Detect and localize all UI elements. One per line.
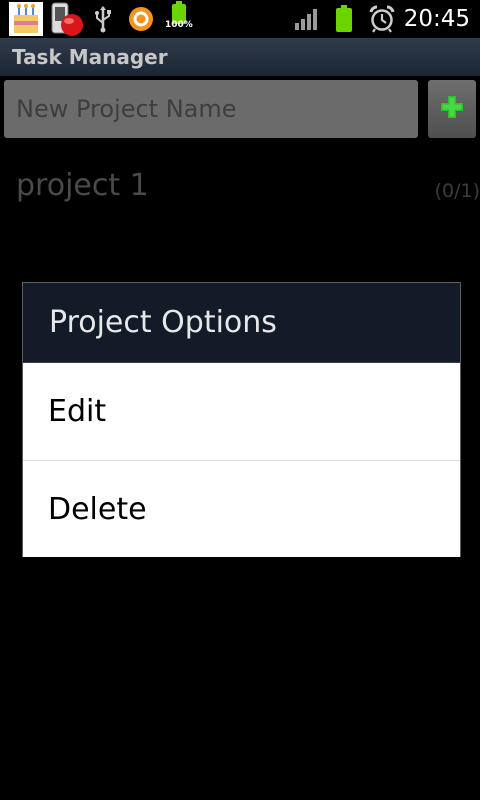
app-notification-icon (8, 0, 44, 38)
add-project-button[interactable] (428, 80, 476, 138)
battery-icon (333, 0, 355, 38)
project-name: project 1 (16, 168, 149, 203)
status-bar: 100% 20:45 (0, 0, 480, 38)
edit-option[interactable]: Edit (23, 363, 460, 460)
plus-icon (440, 95, 464, 123)
clock-time: 20:45 (403, 6, 470, 32)
signal-icon (294, 0, 320, 38)
project-options-dialog: Project Options Edit Delete (22, 282, 461, 557)
battery-percent-label: 100% (165, 20, 193, 30)
orange-circle-icon (128, 0, 154, 38)
delete-option[interactable]: Delete (23, 460, 460, 557)
phone-notification-icon (50, 0, 84, 38)
usb-icon (92, 0, 114, 38)
alarm-icon (368, 0, 396, 38)
project-list-item[interactable]: project 1 (0/1) (0, 160, 480, 220)
new-project-name-input[interactable] (4, 80, 418, 138)
dialog-title: Project Options (49, 305, 277, 340)
app-title: Task Manager (12, 45, 168, 69)
dialog-header: Project Options (23, 283, 460, 363)
project-task-count: (0/1) (434, 180, 480, 202)
title-bar: Task Manager (0, 38, 480, 76)
